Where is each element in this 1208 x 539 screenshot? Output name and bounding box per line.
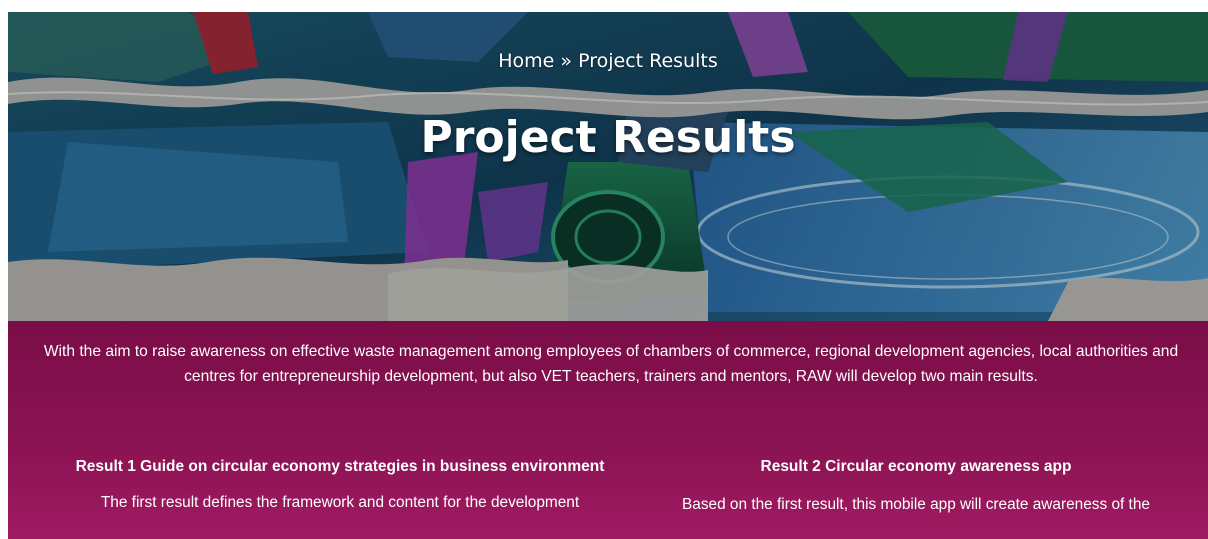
- result-1-title: Result 1 Guide on circular economy strat…: [75, 458, 605, 475]
- intro-text: With the aim to raise awareness on effec…: [43, 343, 1179, 385]
- hero-banner: Home » Project Results Project Results: [8, 12, 1208, 321]
- page-frame: Home » Project Results Project Results W…: [8, 12, 1208, 539]
- result-1-column: Result 1 Guide on circular economy strat…: [60, 457, 620, 515]
- result-1-text: The first result defines the framework a…: [100, 494, 580, 511]
- result-2-text: Based on the first result, this mobile a…: [682, 496, 1150, 513]
- result-2-title: Result 2 Circular economy awareness app: [760, 458, 1072, 475]
- results-section: With the aim to raise awareness on effec…: [8, 321, 1208, 539]
- breadcrumb: Home » Project Results: [8, 50, 1208, 72]
- breadcrumb-home-link[interactable]: Home: [498, 50, 554, 72]
- result-2-column: Result 2 Circular economy awareness app …: [636, 457, 1196, 517]
- breadcrumb-current: Project Results: [578, 50, 718, 72]
- page-title: Project Results: [420, 112, 796, 163]
- breadcrumb-separator: »: [560, 50, 573, 72]
